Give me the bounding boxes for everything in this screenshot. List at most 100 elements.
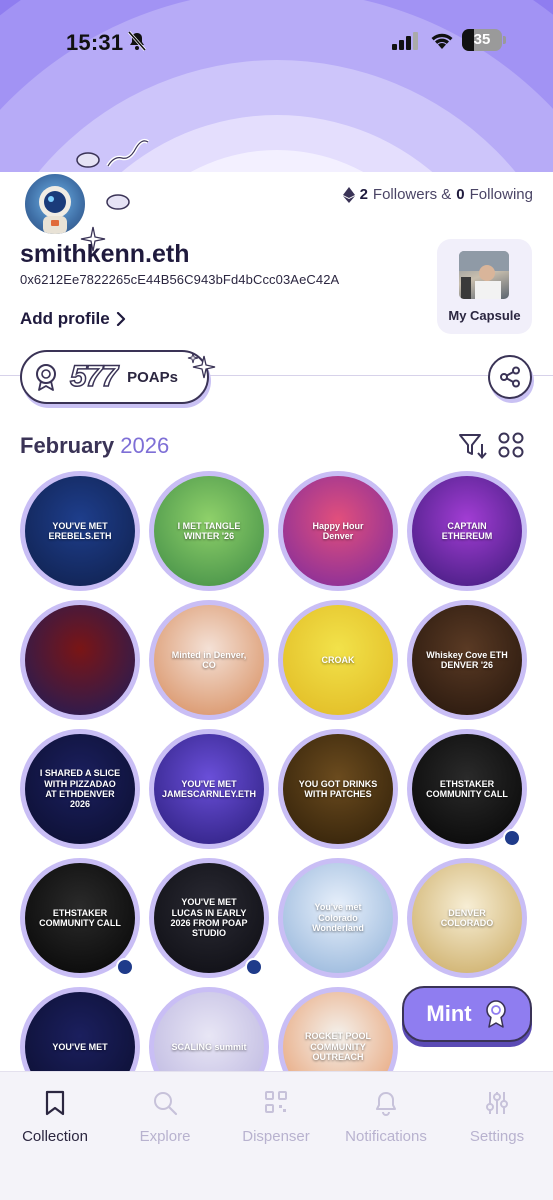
poap-artwork: I MET TANGLE WINTER '26 [154, 476, 264, 586]
status-bar: 15:31 35 [0, 0, 553, 80]
add-profile-label: Add profile [20, 309, 110, 328]
poap-artwork: CROAK [283, 605, 393, 715]
tab-dispenser[interactable]: Dispenser [221, 1072, 331, 1152]
network-badge-icon [503, 829, 521, 847]
qr-code-icon [265, 1091, 287, 1113]
poap-artwork: Minted in Denver, CO [154, 605, 264, 715]
poap-title: You've met Colorado Wonderland [312, 902, 364, 934]
chevron-right-icon [116, 312, 125, 326]
tab-explore[interactable]: Explore [110, 1072, 220, 1152]
poap-artwork: ETHSTAKER COMMUNITY CALL [412, 734, 522, 844]
tab-notifications[interactable]: Notifications [331, 1072, 441, 1152]
poap-badge[interactable]: YOU GOT DRINKS WITH PATCHES [278, 729, 398, 849]
poap-artwork: YOU GOT DRINKS WITH PATCHES [283, 734, 393, 844]
add-profile-link[interactable]: Add profile [20, 309, 126, 329]
followers-count: 2 [359, 186, 368, 203]
battery-indicator: 35 [462, 29, 506, 51]
poap-badge[interactable]: YOU'VE MET LUCAS IN EARLY 2026 FROM POAP… [149, 858, 269, 978]
poap-title: SCALING summit [171, 1041, 247, 1052]
poap-badge[interactable]: You've met Colorado Wonderland [278, 858, 398, 978]
astronaut-icon [39, 186, 71, 234]
poap-badge[interactable]: DENVER COLORADO [407, 858, 527, 978]
poap-title: I SHARED A SLICE WITH PIZZADAO AT ETHDEN… [39, 768, 121, 810]
ethereum-icon [342, 186, 355, 203]
tab-label: Notifications [345, 1128, 427, 1145]
profile-username: smithkenn.eth [20, 240, 190, 268]
wallet-address[interactable]: 0x6212Ee7822265cE44B56C943bFd4bCcc03AeC4… [20, 272, 339, 287]
poap-artwork: YOU'VE MET LUCAS IN EARLY 2026 FROM POAP… [154, 863, 264, 973]
tab-label: Collection [22, 1128, 88, 1145]
capsule-label: My Capsule [448, 308, 521, 323]
my-capsule-button[interactable]: My Capsule [437, 239, 532, 334]
poap-title: Whiskey Cove ETH DENVER '26 [426, 649, 508, 670]
poap-count-pill[interactable]: 577 POAPs [20, 350, 209, 404]
poap-title: YOU'VE MET [52, 1041, 108, 1052]
poap-title: CAPTAIN ETHEREUM [441, 520, 493, 541]
poap-badge[interactable]: I MET TANGLE WINTER '26 [149, 471, 269, 591]
tab-label: Dispenser [242, 1128, 310, 1145]
filter-sort-icon[interactable] [458, 432, 488, 460]
poap-artwork: DENVER COLORADO [412, 863, 522, 973]
poap-badge[interactable]: I SHARED A SLICE WITH PIZZADAO AT ETHDEN… [20, 729, 140, 849]
followers-label: Followers & [372, 186, 452, 203]
poap-artwork: I SHARED A SLICE WITH PIZZADAO AT ETHDEN… [25, 734, 135, 844]
sliders-icon [486, 1092, 508, 1114]
poap-badge[interactable]: Minted in Denver, CO [149, 600, 269, 720]
poap-artwork: YOU'VE MET EREBELS.ETH [25, 476, 135, 586]
poap-title: Minted in Denver, CO [171, 649, 247, 670]
poap-badge[interactable] [20, 600, 140, 720]
tab-collection[interactable]: Collection [0, 1072, 110, 1152]
tab-label: Settings [469, 1128, 525, 1145]
following-count: 0 [456, 186, 465, 203]
status-time: 15:31 [66, 30, 124, 55]
poap-badge[interactable]: CROAK [278, 600, 398, 720]
mint-button[interactable]: Mint [402, 986, 532, 1042]
poap-title: YOU GOT DRINKS WITH PATCHES [298, 778, 378, 799]
share-icon [500, 366, 520, 388]
mint-label: Mint [426, 1001, 472, 1026]
tab-settings[interactable]: Settings [442, 1072, 552, 1152]
poap-badge[interactable]: ROCKET POOL COMMUNITY OUTREACH [278, 987, 398, 1071]
followers-summary[interactable]: 2 Followers & 0 Following [342, 186, 533, 203]
bookmark-icon [45, 1090, 65, 1116]
poap-artwork: ETHSTAKER COMMUNITY CALL [25, 863, 135, 973]
poap-title: ETHSTAKER COMMUNITY CALL [426, 778, 508, 799]
poap-badge[interactable]: Whiskey Cove ETH DENVER '26 [407, 600, 527, 720]
poap-badge[interactable]: YOU'VE MET EREBELS.ETH [20, 471, 140, 591]
poap-artwork [25, 605, 135, 715]
poap-badge[interactable]: ETHSTAKER COMMUNITY CALL [20, 858, 140, 978]
wifi-icon [431, 33, 453, 49]
poap-badge[interactable]: Happy Hour Denver [278, 471, 398, 591]
decorative-coins-icon [76, 138, 150, 210]
bell-icon [376, 1092, 396, 1116]
avatar[interactable] [23, 172, 87, 236]
grid-view-icon[interactable] [498, 432, 524, 458]
medal-icon [485, 1000, 506, 1028]
share-button[interactable] [488, 355, 532, 399]
month-label: February [20, 433, 115, 458]
battery-level: 35 [473, 31, 491, 48]
cellular-signal-icon [392, 32, 418, 50]
poap-title: DENVER COLORADO [440, 907, 494, 928]
poap-artwork: ROCKET POOL COMMUNITY OUTREACH [283, 992, 393, 1071]
poap-badge[interactable]: SCALING summit [149, 987, 269, 1071]
poap-badge[interactable]: CAPTAIN ETHEREUM [407, 471, 527, 591]
capsule-thumbnail [459, 251, 509, 299]
poap-title: CROAK [321, 654, 355, 665]
poap-grid: YOU'VE MET EREBELS.ETH I MET TANGLE WINTE… [20, 471, 533, 1071]
poap-badge[interactable]: YOU'VE MET JAMESCARNLEY.ETH [149, 729, 269, 849]
poap-title: ETHSTAKER COMMUNITY CALL [39, 907, 121, 928]
poap-artwork: YOU'VE MET [25, 992, 135, 1071]
following-label: Following [469, 186, 533, 203]
poap-unit: POAPs [127, 368, 178, 386]
poap-title: YOU'VE MET JAMESCARNLEY.ETH [162, 778, 257, 799]
medal-icon [36, 364, 56, 391]
poap-title: YOU'VE MET EREBELS.ETH [48, 520, 112, 541]
poap-badge[interactable]: YOU'VE MET [20, 987, 140, 1071]
poap-artwork: CAPTAIN ETHEREUM [412, 476, 522, 586]
poap-title: YOU'VE MET LUCAS IN EARLY 2026 FROM POAP… [170, 897, 248, 939]
month-heading: February 2026 [20, 433, 169, 459]
poap-artwork: Happy Hour Denver [283, 476, 393, 586]
network-badge-icon [116, 958, 134, 976]
poap-badge[interactable]: ETHSTAKER COMMUNITY CALL [407, 729, 527, 849]
